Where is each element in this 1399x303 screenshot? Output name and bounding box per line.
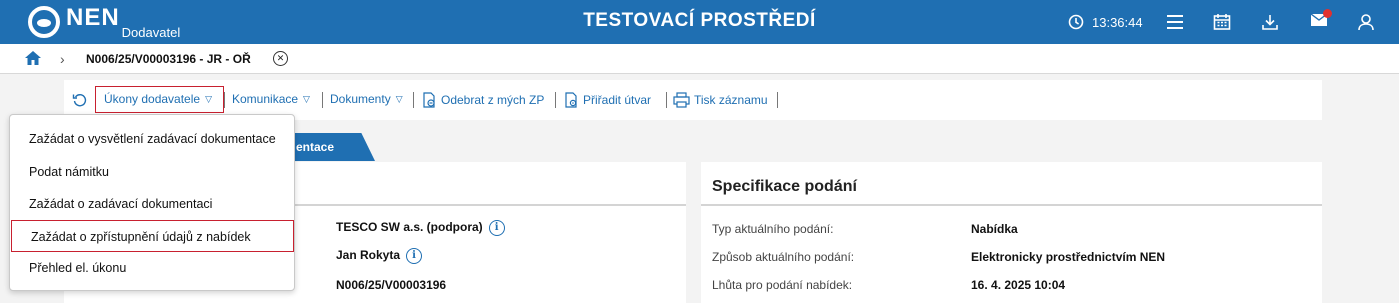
field-label: Lhůta pro podání nabídek:: [712, 278, 853, 292]
left-value-row: N006/25/V00003196: [336, 278, 446, 292]
menu-item-namitka[interactable]: Podat námitku: [10, 156, 294, 188]
breadcrumb-bar: › N006/25/V00003196 - JR - OŘ ✕: [0, 44, 1399, 74]
dokumenty-label: Dokumenty: [330, 92, 391, 106]
notification-badge: [1323, 8, 1332, 18]
contact-organization: TESCO SW a.s. (podpora): [336, 220, 483, 235]
ukony-label: Úkony dodavatele: [104, 92, 201, 106]
home-icon[interactable]: [24, 50, 42, 71]
toolbar-divider: [666, 92, 667, 108]
messages-icon[interactable]: [1310, 8, 1332, 34]
left-value-row: TESCO SW a.s. (podpora) i: [336, 220, 505, 236]
triangle-down-icon: ▽: [395, 93, 403, 104]
field-value: 16. 4. 2025 10:04: [971, 278, 1066, 292]
toolbar-divider: [322, 92, 323, 108]
menu-item-zadavaci-dokumentace[interactable]: Zažádat o zadávací dokumentaci: [10, 188, 294, 220]
contact-person: Jan Rokyta: [336, 248, 401, 263]
field-value: Nabídka: [971, 222, 1018, 236]
session-clock: 13:36:44: [1068, 10, 1143, 34]
komunikace-label: Komunikace: [232, 92, 299, 106]
field-value: Elektronicky prostřednictvím NEN: [971, 250, 1166, 264]
field-label: Způsob aktuálního podání:: [712, 250, 855, 264]
field-label: Typ aktuálního podání:: [712, 222, 834, 236]
calendar-icon[interactable]: [1213, 10, 1231, 34]
printer-icon: [673, 92, 690, 108]
environment-title: TESTOVACÍ PROSTŘEDÍ: [583, 10, 816, 31]
chevron-right-icon: ›: [60, 51, 65, 67]
specifikace-panel: Specifikace podání Typ aktuálního podání…: [701, 162, 1322, 303]
toolbar-divider: [224, 92, 225, 108]
odebrat-label: Odebrat z mých ZP: [441, 93, 545, 107]
menu-icon[interactable]: [1166, 10, 1184, 34]
panel-divider: [701, 204, 1322, 206]
menu-item-vysvetleni[interactable]: Zažádat o vysvětlení zadávací dokumentac…: [10, 123, 294, 155]
procurement-id: N006/25/V00003196: [336, 278, 447, 292]
breadcrumb-record[interactable]: N006/25/V00003196 - JR - OŘ: [86, 52, 251, 66]
priradit-button[interactable]: Přiřadit útvar: [563, 92, 651, 108]
document-settings-icon: [565, 92, 577, 108]
dokumenty-menu[interactable]: Dokumenty ▽: [330, 92, 403, 106]
refresh-icon[interactable]: [72, 92, 88, 113]
info-icon[interactable]: i: [488, 220, 505, 236]
triangle-down-icon: ▽: [205, 93, 212, 104]
clock-time: 13:36:44: [1092, 14, 1143, 30]
toolbar-divider: [413, 92, 414, 108]
ukony-dodavatele-menu[interactable]: Úkony dodavatele ▽: [104, 92, 212, 106]
priradit-label: Přiřadit útvar: [583, 93, 652, 107]
triangle-down-icon: ▽: [303, 93, 310, 104]
panel-title: Specifikace podání: [712, 178, 857, 195]
user-icon[interactable]: [1357, 10, 1375, 34]
menu-item-prehled[interactable]: Přehled el. úkonu: [10, 252, 294, 284]
ukony-dropdown-menu: Zažádat o vysvětlení zadávací dokumentac…: [9, 114, 295, 291]
left-value-row: Jan Rokyta i: [336, 248, 423, 264]
toolbar-divider: [555, 92, 556, 108]
komunikace-menu[interactable]: Komunikace ▽: [232, 92, 310, 106]
close-icon[interactable]: ✕: [273, 51, 288, 66]
toolbar-divider: [777, 92, 778, 108]
clock-icon: [1068, 14, 1084, 30]
menu-item-zpristupneni[interactable]: Zažádat o zpřístupnění údajů z nabídek: [11, 220, 294, 252]
download-icon[interactable]: [1261, 10, 1279, 34]
top-header: NEN Dodavatel TESTOVACÍ PROSTŘEDÍ 13:36:…: [0, 0, 1399, 44]
info-icon[interactable]: i: [406, 248, 423, 264]
tisk-button[interactable]: Tisk záznamu: [673, 92, 768, 108]
document-remove-icon: [423, 92, 435, 108]
odebrat-button[interactable]: Odebrat z mých ZP: [421, 92, 544, 108]
tisk-label: Tisk záznamu: [694, 93, 768, 107]
